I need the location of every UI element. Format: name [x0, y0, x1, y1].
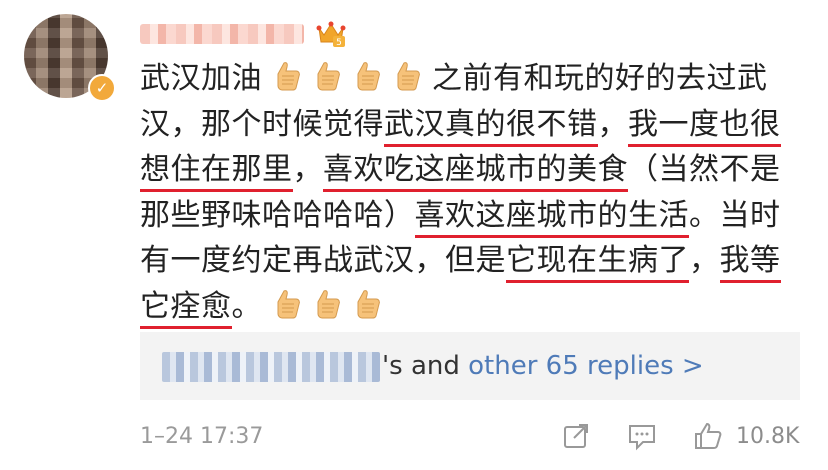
like-count: 10.8K [736, 424, 800, 449]
like-button[interactable] [692, 420, 724, 452]
comment-line: 汉，那个时候觉得武汉真的很不错，我一度也很 [140, 102, 800, 148]
comment-footer: 1–24 17:37 10.8K [140, 418, 800, 458]
highlighted-text: 想住在那里 [140, 152, 293, 192]
thumbs-up-emoji-icon [352, 60, 388, 106]
thumbs-up-emoji-icon [272, 60, 308, 106]
highlighted-text: 武汉真的很不错 [384, 106, 598, 147]
highlighted-text: 喜欢吃这座城市的美食 [323, 152, 628, 192]
thumbs-up-emoji-icon [392, 60, 428, 106]
comment-text: 。当时 [689, 197, 781, 233]
highlighted-text: 它现在生病了 [506, 243, 689, 283]
comment-text: 武汉加油 [140, 61, 262, 96]
share-button[interactable] [560, 420, 592, 452]
thumbs-up-emoji-icon [352, 288, 388, 334]
highlighted-text: 我一度也很 [628, 106, 781, 147]
svg-text:5: 5 [336, 38, 342, 48]
highlighted-text: 喜欢这座城市的生活 [414, 197, 689, 238]
username-blurred[interactable] [140, 24, 304, 44]
comment-text: 那些野味哈哈哈哈） [140, 197, 415, 233]
replies-box[interactable]: 's and other 65 replies > [140, 332, 800, 400]
comment-text: 汉，那个时候觉得 [140, 106, 384, 142]
comment-line: 那些野味哈哈哈哈）喜欢这座城市的生活。当时 [140, 193, 800, 239]
timestamp: 1–24 17:37 [140, 424, 264, 449]
replies-suffix: 's and [382, 351, 469, 381]
thumbs-up-emoji-icon [272, 288, 308, 334]
comment-line: 想住在那里，喜欢吃这座城市的美食（当然不是 [140, 147, 800, 193]
comment-text: ， [597, 106, 628, 142]
comment-text: ， [689, 243, 720, 278]
comment-text: 。 [231, 288, 262, 324]
replies-text[interactable]: 's and other 65 replies > [382, 349, 704, 383]
comment-text: 有一度约定再战武汉，但是 [140, 243, 506, 278]
highlighted-text: 它痊愈 [140, 288, 232, 329]
comment-line: 有一度约定再战武汉，但是它现在生病了，我等 [140, 238, 800, 284]
comment-text: （当然不是 [628, 152, 781, 187]
highlighted-text: 我等 [719, 243, 781, 283]
verified-badge-icon: ✓ [88, 74, 116, 102]
comment-line: 它痊愈。 [140, 284, 800, 330]
comment-body: 武汉加油 之前有和玩的好的去过武 汉，那个时候觉得武汉真的很不错，我一度也很 想住在… [140, 56, 800, 329]
thumbs-up-emoji-icon [312, 288, 348, 334]
thumbs-up-emoji-icon [312, 60, 348, 106]
replies-link[interactable]: other 65 replies > [468, 351, 704, 381]
replies-user-blurred [162, 352, 380, 382]
thumbs-up-icon [695, 422, 722, 449]
comment-icon [629, 425, 655, 451]
comment-text: 之前有和玩的好的去过武 [432, 61, 768, 96]
comment-text: ， [292, 152, 323, 187]
comment-button[interactable] [626, 420, 658, 452]
share-icon [564, 424, 588, 448]
comment-line: 武汉加油 之前有和玩的好的去过武 [140, 56, 800, 102]
crown-icon: 5 [316, 18, 346, 48]
